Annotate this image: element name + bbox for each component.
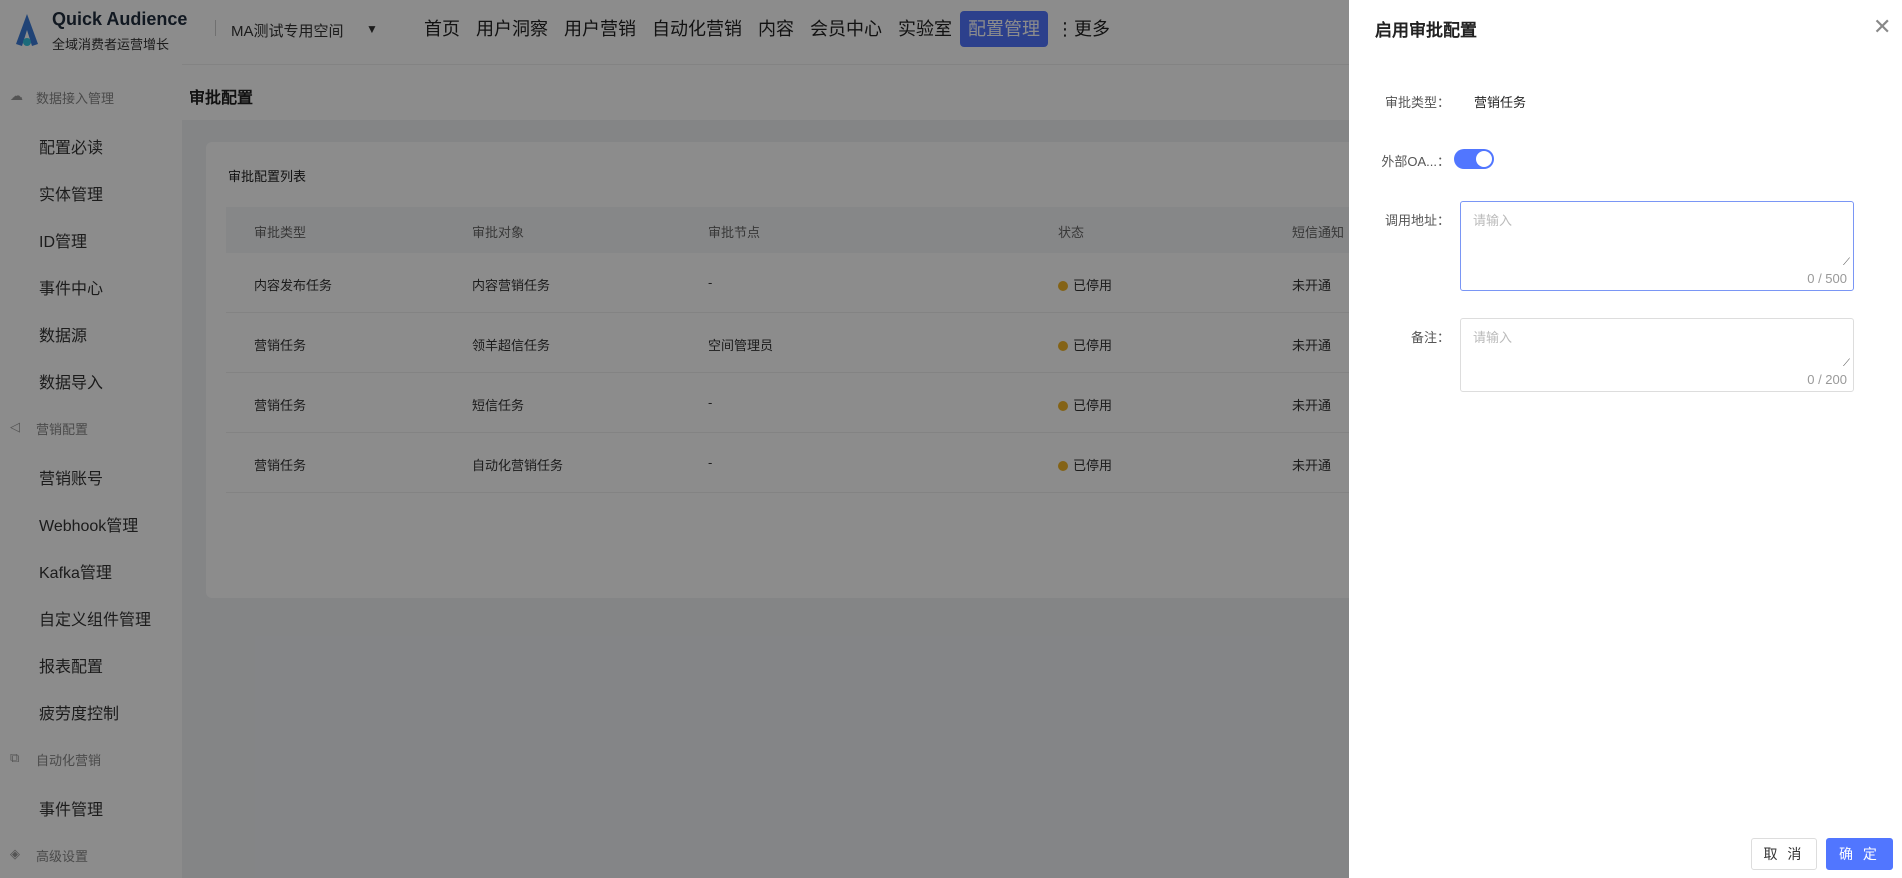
confirm-button[interactable]: 确 定 [1826,838,1893,870]
close-icon[interactable]: ✕ [1873,14,1891,40]
external-oa-toggle[interactable] [1454,149,1494,169]
call-url-count: 0 / 500 [1807,271,1847,286]
note-count: 0 / 200 [1807,372,1847,387]
drawer-title: 启用审批配置 [1375,21,1477,40]
toggle-knob [1476,151,1492,167]
resize-handle-icon[interactable]: ⟋ [1843,257,1850,268]
call-url-label: 调用地址： [1384,213,1450,228]
note-textarea[interactable]: 请输入 ⟋ 0 / 200 [1460,318,1854,392]
resize-handle-icon[interactable]: ⟋ [1843,358,1850,369]
call-url-placeholder: 请输入 [1473,213,1513,228]
note-placeholder: 请输入 [1473,330,1513,345]
note-label: 备注： [1410,330,1450,345]
external-oa-label: 外部OA...： [1381,154,1450,169]
enable-approval-drawer: 启用审批配置 ✕ 审批类型： 营销任务 外部OA...： 调用地址： 请输入 ⟋… [1349,0,1902,878]
cancel-button[interactable]: 取 消 [1751,838,1817,870]
approval-type-label: 审批类型： [1384,95,1450,110]
call-url-textarea[interactable]: 请输入 ⟋ 0 / 500 [1460,201,1854,291]
approval-type-value: 营销任务 [1474,95,1527,110]
